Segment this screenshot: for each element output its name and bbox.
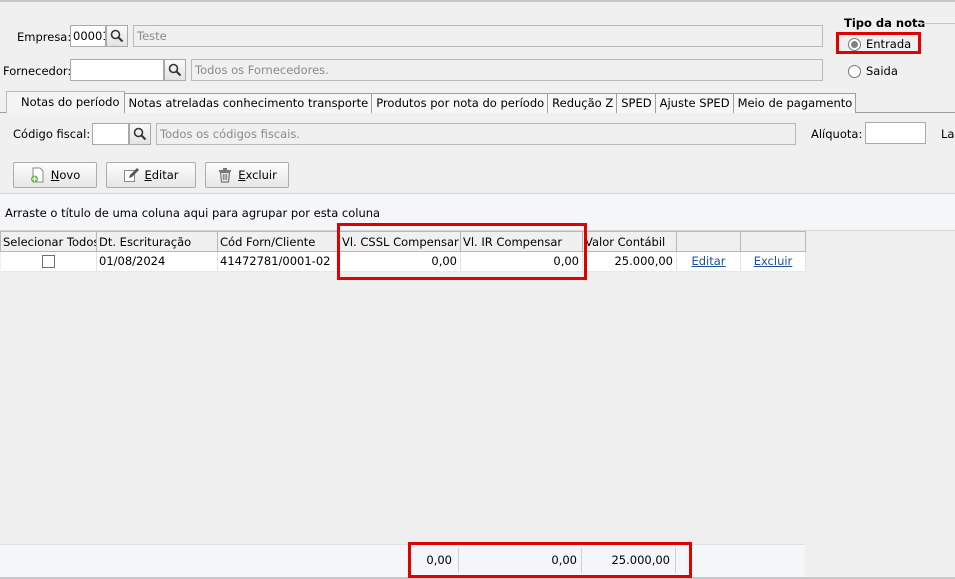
col-cod-forn-cliente[interactable]: Cód Forn/Cliente — [217, 231, 340, 252]
tab-reducao-z[interactable]: Redução Z — [547, 93, 618, 113]
row-delete-link[interactable]: Excluir — [754, 254, 793, 268]
tab-notas-periodo[interactable]: Notas do período — [6, 91, 125, 113]
excluir-label: Excluir — [238, 168, 277, 182]
new-document-icon — [30, 167, 44, 183]
editar-button[interactable]: Editar — [106, 162, 196, 188]
col-valor-contabil[interactable]: Valor Contábil — [582, 231, 677, 252]
aliquota-input[interactable] — [865, 122, 926, 144]
fornecedor-label: Fornecedor: — [3, 64, 72, 78]
radio-entrada-indicator[interactable] — [848, 37, 861, 51]
cell-valor-contabil: 25.000,00 — [582, 251, 677, 272]
row-select-cell — [0, 251, 97, 272]
codigo-fiscal-search-button[interactable] — [129, 123, 151, 145]
table-row[interactable]: 01/08/2024 41472781/0001-02 0,00 0,00 25… — [0, 251, 806, 272]
tab-notas-atreladas[interactable]: Notas atreladas conhecimento transporte — [123, 93, 373, 113]
novo-label: Novo — [50, 168, 81, 182]
excluir-button[interactable]: Excluir — [205, 162, 289, 188]
radio-saida-label: Saida — [866, 64, 898, 78]
radio-entrada[interactable]: Entrada — [848, 37, 911, 51]
novo-button[interactable]: Novo — [13, 162, 97, 188]
search-icon — [133, 127, 147, 141]
tab-meio-pagamento[interactable]: Meio de pagamento — [732, 93, 857, 113]
cell-delete: Excluir — [740, 251, 806, 272]
row-edit-link[interactable]: Editar — [691, 254, 725, 268]
radio-saida[interactable]: Saida — [848, 64, 898, 78]
radio-entrada-label: Entrada — [866, 37, 912, 51]
cell-dt-escrituracao: 01/08/2024 — [96, 251, 218, 272]
aliquota-label: Alíquota: — [811, 127, 863, 141]
tab-strip: Notas do período Notas atreladas conheci… — [6, 91, 857, 113]
col-selecionar-todos[interactable]: Selecionar Todos — [0, 231, 97, 252]
codigo-fiscal-description: Todos os códigos fiscais. — [156, 123, 796, 145]
col-delete-action — [740, 231, 806, 252]
radio-saida-indicator[interactable] — [848, 64, 861, 78]
group-line — [918, 23, 955, 24]
cell-cod-forn-cliente: 41472781/0001-02 — [217, 251, 340, 272]
cell-vl-cssl-compensar: 0,00 — [339, 251, 461, 272]
tipo-nota-title: Tipo da nota — [844, 16, 926, 30]
fornecedor-description: Todos os Fornecedores. — [191, 59, 823, 81]
truncated-label: Lay — [941, 127, 955, 141]
group-by-hint: Arraste o título de uma coluna aqui para… — [5, 206, 381, 220]
codigo-fiscal-input[interactable] — [92, 123, 129, 145]
footer-separator — [675, 548, 676, 573]
grid-background — [0, 231, 955, 544]
empresa-label: Empresa: — [17, 30, 72, 44]
top-border — [0, 0, 955, 2]
footer-separator — [581, 548, 582, 573]
codigo-fiscal-label: Código fiscal: — [13, 127, 91, 141]
total-cssl: 0,00 — [426, 553, 452, 567]
col-vl-cssl-compensar[interactable]: Vl. CSSL Compensar — [339, 231, 461, 252]
fornecedor-code-input[interactable] — [70, 59, 164, 81]
col-vl-ir-compensar[interactable]: Vl. IR Compensar — [460, 231, 583, 252]
empresa-description: Teste — [133, 25, 823, 47]
edit-icon — [124, 168, 140, 182]
search-icon — [110, 29, 124, 43]
fornecedor-search-button[interactable] — [164, 59, 186, 81]
cell-edit: Editar — [676, 251, 741, 272]
tab-ajuste-sped[interactable]: Ajuste SPED — [654, 93, 734, 113]
cell-vl-ir-compensar: 0,00 — [460, 251, 583, 272]
tab-sped[interactable]: SPED — [616, 93, 656, 113]
editar-label: Editar — [144, 168, 179, 182]
row-select-checkbox[interactable] — [41, 255, 55, 268]
col-edit-action — [676, 231, 741, 252]
empresa-code-input[interactable]: 00001 — [70, 25, 106, 47]
empresa-search-button[interactable] — [106, 25, 128, 47]
col-dt-escrituracao[interactable]: Dt. Escrituração — [96, 231, 218, 252]
footer-separator — [458, 548, 459, 573]
notes-grid: Selecionar Todos Dt. Escrituração Cód Fo… — [0, 231, 806, 272]
tab-produtos-nota[interactable]: Produtos por nota do período — [371, 93, 549, 113]
total-ir: 0,00 — [551, 553, 577, 567]
trash-icon — [219, 168, 232, 183]
grid-header-row: Selecionar Todos Dt. Escrituração Cód Fo… — [0, 231, 806, 252]
total-valor-contabil: 25.000,00 — [611, 553, 670, 567]
search-icon — [168, 63, 182, 77]
